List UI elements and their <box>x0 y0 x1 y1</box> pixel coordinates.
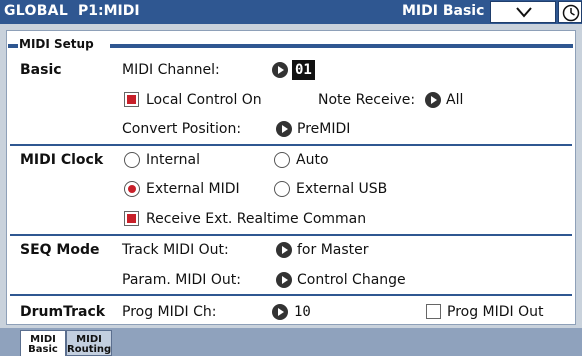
page-name: MIDI Basic <box>402 3 485 19</box>
midi-channel-value[interactable]: 01 <box>292 60 315 80</box>
mode-name: GLOBAL <box>4 3 69 19</box>
tab-midi-routing[interactable]: MIDI Routing <box>66 330 112 356</box>
radio-auto[interactable] <box>274 152 290 168</box>
tab-midi-basic[interactable]: MIDI Basic <box>20 330 66 356</box>
basic-label: Basic <box>20 62 62 78</box>
row-divider <box>10 294 572 296</box>
radio-internal[interactable] <box>124 152 140 168</box>
page-menu-button[interactable] <box>490 1 556 23</box>
radio-internal-label: Internal <box>146 152 200 168</box>
receive-realtime-label: Receive Ext. Realtime Comman <box>146 211 367 227</box>
section-bar-left <box>8 44 18 48</box>
popup-arrow-icon[interactable] <box>425 92 441 108</box>
row-divider <box>10 144 572 146</box>
chevron-down-icon <box>516 7 532 18</box>
prog-midi-ch-label: Prog MIDI Ch: <box>122 304 217 320</box>
radio-external-midi[interactable] <box>124 181 140 197</box>
note-receive-value[interactable]: All <box>446 91 463 109</box>
drumtrack-label: DrumTrack <box>20 304 106 320</box>
popup-arrow-icon[interactable] <box>272 304 288 320</box>
row-divider <box>10 234 572 236</box>
popup-arrow-icon[interactable] <box>276 242 292 258</box>
param-midi-out-value[interactable]: Control Change <box>297 271 406 289</box>
clock-icon <box>562 4 580 22</box>
receive-realtime-checkbox[interactable] <box>124 211 139 226</box>
track-midi-out-label: Track MIDI Out: <box>122 242 229 258</box>
param-midi-out-label: Param. MIDI Out: <box>122 272 241 288</box>
section-bar-right <box>110 44 573 48</box>
radio-external-midi-label: External MIDI <box>146 181 240 197</box>
radio-external-usb[interactable] <box>274 181 290 197</box>
local-control-label: Local Control On <box>146 92 262 108</box>
radio-auto-label: Auto <box>296 152 329 168</box>
popup-arrow-icon[interactable] <box>272 62 288 78</box>
midi-channel-label: MIDI Channel: <box>122 62 220 78</box>
radio-external-usb-label: External USB <box>296 181 388 197</box>
prog-midi-out-checkbox[interactable] <box>426 304 441 319</box>
convert-position-label: Convert Position: <box>122 121 242 137</box>
seq-mode-label: SEQ Mode <box>20 242 100 258</box>
page-code: P1:MIDI <box>78 3 140 19</box>
section-header: MIDI Setup <box>6 37 576 51</box>
convert-position-value[interactable]: PreMIDI <box>297 120 350 138</box>
track-midi-out-value[interactable]: for Master <box>297 241 369 259</box>
tab-midi-basic-line2: Basic <box>28 344 58 355</box>
midi-clock-label: MIDI Clock <box>20 152 104 168</box>
note-receive-label: Note Receive: <box>318 92 416 108</box>
section-title: MIDI Setup <box>19 37 96 51</box>
popup-arrow-icon[interactable] <box>276 272 292 288</box>
prog-midi-ch-value[interactable]: 10 <box>294 303 311 321</box>
clock-button[interactable] <box>558 1 582 23</box>
popup-arrow-icon[interactable] <box>276 121 292 137</box>
prog-midi-out-label: Prog MIDI Out <box>447 304 544 320</box>
tab-midi-routing-line2: Routing <box>67 344 112 355</box>
local-control-checkbox[interactable] <box>124 92 139 107</box>
